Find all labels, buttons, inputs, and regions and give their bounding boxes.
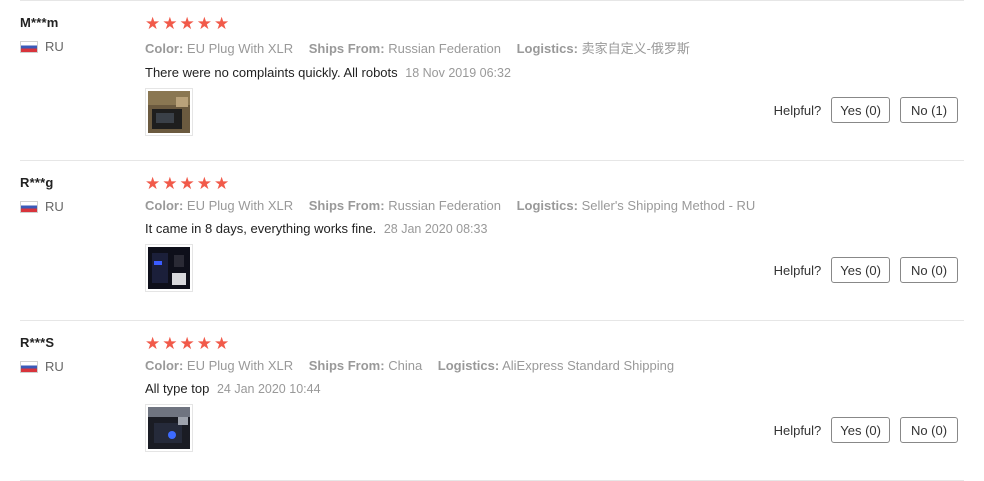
helpful-controls: Helpful? Yes (0) No (1) [774,97,958,123]
logistics-label: Logistics: [516,41,578,56]
helpful-label: Helpful? [773,262,822,278]
star-icon: ★ [162,13,178,33]
review-item: M***m RU ★ ★ ★ ★ ★ Color: EU Plug With X… [20,0,964,160]
star-icon: ★ [145,333,161,353]
star-icon: ★ [179,13,195,33]
star-icon: ★ [196,173,212,193]
reviewer-name: R***g [20,175,54,190]
review-text-row: There were no complaints quickly. All ro… [145,65,964,80]
reviewer-country: RU [20,359,140,374]
star-icon: ★ [145,173,161,193]
helpful-yes-button[interactable]: Yes (0) [831,97,890,123]
order-attributes: Color: EU Plug With XLR Ships From: Russ… [145,198,964,213]
photo-image [148,247,190,289]
reviewer-country: RU [20,39,140,54]
helpful-controls: Helpful? Yes (0) No (0) [774,417,958,443]
order-attributes: Color: EU Plug With XLR Ships From: Russ… [145,38,964,57]
ships-from-label: Ships From: [308,358,385,373]
star-icon: ★ [214,333,230,353]
review-list: M***m RU ★ ★ ★ ★ ★ Color: EU Plug With X… [20,0,964,481]
star-icon: ★ [179,173,195,193]
country-code: RU [45,359,64,374]
review-date: 18 Nov 2019 06:32 [405,66,511,80]
star-icon: ★ [196,13,212,33]
color-value: EU Plug With XLR [186,41,294,56]
color-label: Color: [145,358,184,373]
review-item: R***g RU ★ ★ ★ ★ ★ Color: EU Plug With X… [20,160,964,320]
helpful-controls: Helpful? Yes (0) No (0) [774,257,958,283]
star-icon: ★ [196,333,212,353]
star-icon: ★ [162,333,178,353]
ships-from-value: Russian Federation [388,198,501,213]
logistics-value: 卖家自定义-俄罗斯 [581,41,690,56]
photo-image [148,91,190,133]
logistics-value: AliExpress Standard Shipping [502,358,675,373]
review-date: 24 Jan 2020 10:44 [216,382,321,396]
review-text-row: It came in 8 days, everything works fine… [145,221,964,236]
logistics-label: Logistics: [516,198,578,213]
reviewer-name: R***S [20,335,55,350]
photo-image [148,407,190,449]
star-rating: ★ ★ ★ ★ ★ [145,333,964,353]
russia-flag-icon [20,200,38,213]
star-rating: ★ ★ ★ ★ ★ [145,13,964,33]
review-photo-thumbnail[interactable] [145,88,193,136]
reviewer-info: M***m RU [20,15,140,54]
country-code: RU [45,39,64,54]
color-label: Color: [145,41,184,56]
review-photo-thumbnail[interactable] [145,404,193,452]
star-icon: ★ [214,173,230,193]
reviewer-country: RU [20,199,140,214]
color-value: EU Plug With XLR [186,358,294,373]
helpful-yes-button[interactable]: Yes (0) [831,417,890,443]
helpful-label: Helpful? [773,422,822,438]
helpful-no-button[interactable]: No (0) [900,257,958,283]
review-text: It came in 8 days, everything works fine… [145,221,377,236]
star-icon: ★ [145,13,161,33]
color-value: EU Plug With XLR [186,198,294,213]
review-text: There were no complaints quickly. All ro… [145,65,398,80]
ships-from-label: Ships From: [308,41,385,56]
country-code: RU [45,199,64,214]
helpful-yes-button[interactable]: Yes (0) [831,257,890,283]
ships-from-value: China [388,358,423,373]
helpful-label: Helpful? [773,102,822,118]
reviewer-info: R***g RU [20,175,140,214]
reviewer-info: R***S RU [20,335,140,374]
ships-from-value: Russian Federation [388,41,501,56]
logistics-label: Logistics: [437,358,500,373]
logistics-value: Seller's Shipping Method - RU [581,198,756,213]
review-item: R***S RU ★ ★ ★ ★ ★ Color: EU Plug With X… [20,320,964,481]
review-date: 28 Jan 2020 08:33 [383,222,488,236]
order-attributes: Color: EU Plug With XLR Ships From: Chin… [145,358,964,373]
reviewer-name: M***m [20,15,59,30]
star-icon: ★ [214,13,230,33]
review-text-row: All type top 24 Jan 2020 10:44 [145,381,964,396]
color-label: Color: [145,198,184,213]
helpful-no-button[interactable]: No (1) [900,97,958,123]
review-photo-thumbnail[interactable] [145,244,193,292]
helpful-no-button[interactable]: No (0) [900,417,958,443]
ships-from-label: Ships From: [308,198,385,213]
star-icon: ★ [179,333,195,353]
russia-flag-icon [20,360,38,373]
star-rating: ★ ★ ★ ★ ★ [145,173,964,193]
star-icon: ★ [162,173,178,193]
russia-flag-icon [20,40,38,53]
review-text: All type top [145,381,210,396]
